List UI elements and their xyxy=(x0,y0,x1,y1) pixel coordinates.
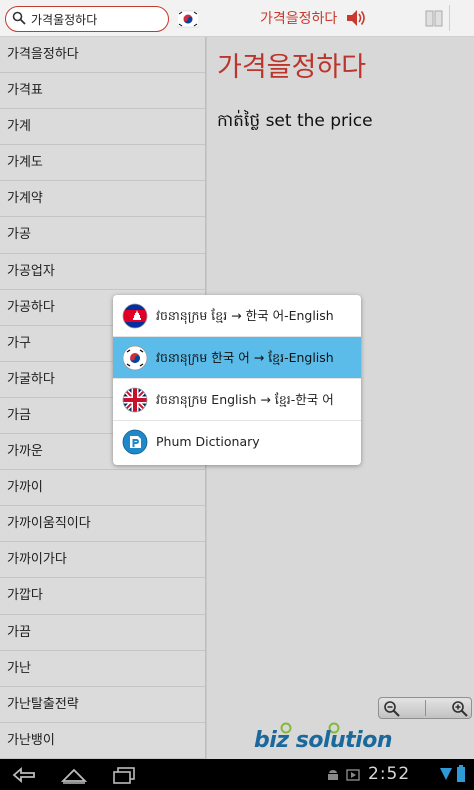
home-icon[interactable] xyxy=(60,765,88,785)
cambodia-flag-icon xyxy=(122,303,148,329)
phum-dictionary-icon xyxy=(122,429,148,455)
dialog-option-label: វចនានុក្រម English → ខ្មែរ-한국 어 xyxy=(156,392,334,407)
dictionary-select-dialog: វចនានុក្រម ខ្មែរ → 한국 어-English វចនានុក្… xyxy=(113,295,361,465)
battery-icon xyxy=(457,765,465,782)
dialog-option-khmer-korean[interactable]: វចនានុក្រម ខ្មែរ → 한국 어-English xyxy=(113,295,361,337)
search-input[interactable] xyxy=(31,10,165,28)
dialog-option-label: វចនានុក្រម ខ្មែរ → 한국 어-English xyxy=(156,308,334,323)
speaker-icon[interactable] xyxy=(346,9,366,27)
book-icon[interactable] xyxy=(424,8,444,28)
header-word: 가격을정하다 xyxy=(260,11,338,27)
dialog-option-phum-dictionary[interactable]: Phum Dictionary xyxy=(113,421,361,463)
korea-flag-icon xyxy=(122,345,148,371)
dialog-option-label: វចនានុក្រម 한국 어 → ខ្មែរ-English xyxy=(156,350,334,365)
search-box[interactable] xyxy=(5,6,169,32)
korea-flag-icon[interactable] xyxy=(177,8,199,30)
dialog-option-label: Phum Dictionary xyxy=(156,434,260,449)
topbar-divider xyxy=(449,5,450,31)
dialog-option-korean-khmer[interactable]: វចនានុក្រម 한국 어 → ខ្មែរ-English xyxy=(113,337,361,379)
android-icon xyxy=(328,770,338,780)
top-bar: 가격을정하다 xyxy=(0,0,474,37)
recent-apps-icon[interactable] xyxy=(110,765,138,785)
search-icon xyxy=(12,11,26,25)
uk-flag-icon xyxy=(122,387,148,413)
back-icon[interactable] xyxy=(10,765,38,785)
status-clock: 2:52 xyxy=(368,764,411,784)
media-icon xyxy=(346,769,360,781)
system-nav-bar: 2:52 xyxy=(0,759,474,790)
dialog-option-english-khmer[interactable]: វចនានុក្រម English → ខ្មែរ-한국 어 xyxy=(113,379,361,421)
wifi-icon xyxy=(440,768,452,780)
